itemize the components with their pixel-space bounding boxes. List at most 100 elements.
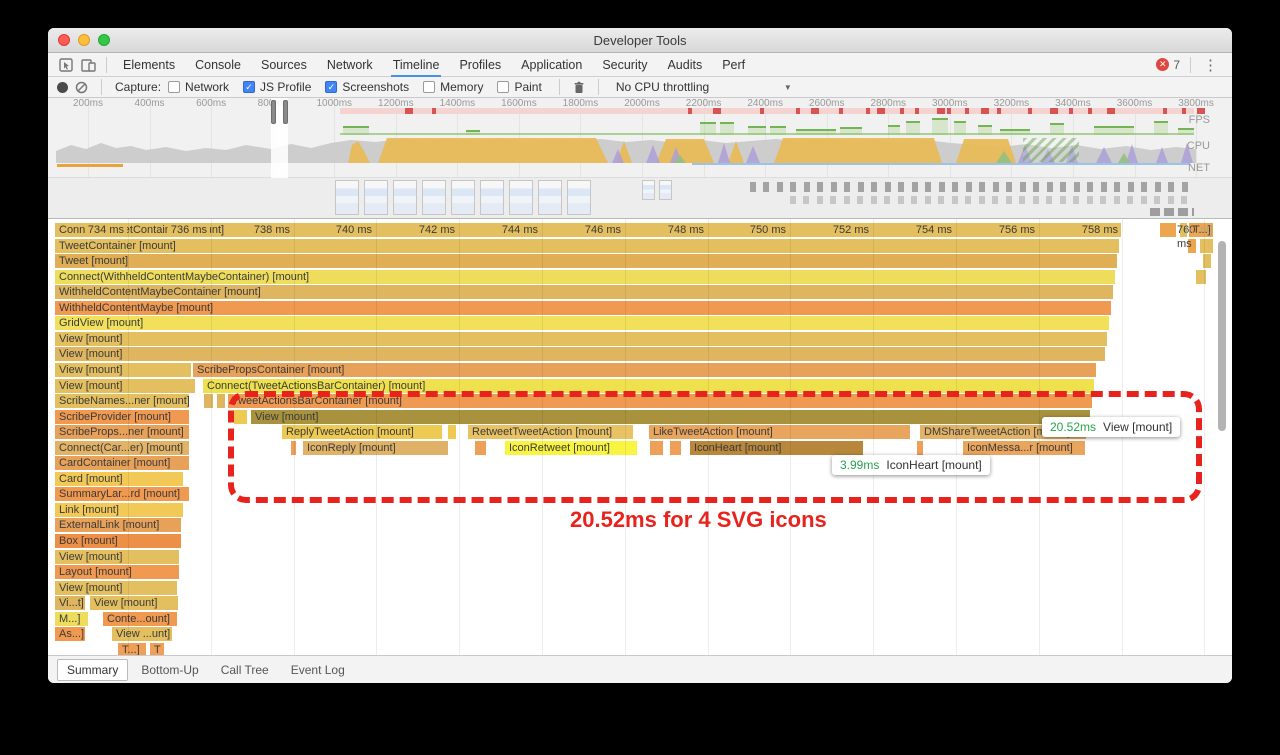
- flame-bar[interactable]: View [mount]: [55, 581, 177, 595]
- flame-gridline: [128, 219, 129, 655]
- flame-bar[interactable]: Conte...ount]: [103, 612, 177, 626]
- console-error-badge[interactable]: ✕ 7: [1156, 58, 1180, 72]
- flame-bar[interactable]: Link [mount]: [55, 503, 183, 517]
- flame-bar[interactable]: T: [150, 643, 164, 655]
- tab-network[interactable]: Network: [317, 53, 383, 77]
- flame-bar[interactable]: WithheldContentMaybe [mount]: [55, 301, 1111, 315]
- capture-checkbox-memory[interactable]: Memory: [423, 80, 483, 94]
- bottom-tab-call-tree[interactable]: Call Tree: [212, 660, 278, 680]
- flame-bar[interactable]: View [mount]: [55, 363, 191, 377]
- flame-bar[interactable]: As...]: [55, 627, 85, 641]
- bottom-tab-bottom-up[interactable]: Bottom-Up: [132, 660, 207, 680]
- screenshot-thumbnail[interactable]: [659, 180, 672, 200]
- tab-console[interactable]: Console: [185, 53, 251, 77]
- capture-checkbox-network[interactable]: Network: [168, 80, 229, 94]
- tab-elements[interactable]: Elements: [113, 53, 185, 77]
- overview-ruler-label: 400ms: [135, 98, 165, 109]
- flame-bar[interactable]: Vi...t]: [55, 596, 85, 610]
- flame-bar[interactable]: ExternalLink [mount]: [55, 518, 181, 532]
- flame-row: TweetContainer [mount]: [48, 239, 1232, 253]
- flame-row: Box [mount]: [48, 534, 1232, 548]
- screenshot-thumbnail[interactable]: [538, 180, 562, 215]
- flame-bar[interactable]: ScribePropsContainer [mount]: [193, 363, 1096, 377]
- flame-bar[interactable]: ScribeNames...ner [mount]: [55, 394, 189, 408]
- fps-bar: [888, 125, 900, 135]
- screenshot-thumbnail[interactable]: [567, 180, 591, 215]
- flame-bar[interactable]: ScribeProps...ner [mount]: [55, 425, 189, 439]
- flame-bar[interactable]: CardContainer [mount]: [55, 456, 189, 470]
- flame-bar[interactable]: Connect(Car...er) [mount]: [55, 441, 189, 455]
- long-task-mark: [947, 108, 951, 114]
- tab-perf[interactable]: Perf: [712, 53, 755, 77]
- close-button[interactable]: [58, 34, 70, 46]
- dropdown-arrow-icon: ▼: [784, 83, 792, 92]
- micro-thumbnails: [790, 196, 1194, 204]
- screenshot-thumbnail[interactable]: [422, 180, 446, 215]
- inspect-element-icon[interactable]: [56, 56, 76, 74]
- checkbox-label: Paint: [514, 80, 541, 94]
- vertical-scrollbar-thumb[interactable]: [1218, 241, 1226, 431]
- flame-bar[interactable]: View [mount]: [55, 550, 179, 564]
- zoom-button[interactable]: [98, 34, 110, 46]
- long-task-mark: [811, 108, 819, 114]
- flame-bar[interactable]: M...]: [55, 612, 88, 626]
- tab-audits[interactable]: Audits: [657, 53, 712, 77]
- tab-security[interactable]: Security: [592, 53, 657, 77]
- screenshot-thumbnail[interactable]: [642, 180, 655, 200]
- tab-sources[interactable]: Sources: [251, 53, 317, 77]
- flame-bar[interactable]: WithheldContentMaybeContainer [mount]: [55, 285, 1113, 299]
- record-button[interactable]: [57, 82, 68, 93]
- flame-bar[interactable]: View [mount]: [55, 379, 195, 393]
- capture-checkbox-paint[interactable]: Paint: [497, 80, 541, 94]
- flame-bar-small[interactable]: [1200, 239, 1213, 253]
- bottom-tab-summary[interactable]: Summary: [57, 659, 128, 681]
- flame-bar-small[interactable]: [217, 394, 225, 408]
- flame-bar[interactable]: T...]: [118, 643, 146, 655]
- clear-icon[interactable]: [75, 81, 88, 94]
- tab-application[interactable]: Application: [511, 53, 592, 77]
- screenshot-thumbnail[interactable]: [480, 180, 504, 215]
- flame-bar[interactable]: TweetContainer [mount]: [55, 239, 1119, 253]
- flame-bar[interactable]: GridView [mount]: [55, 316, 1109, 330]
- minimize-button[interactable]: [78, 34, 90, 46]
- flame-ruler-label: 754 ms: [913, 223, 955, 237]
- flame-bar[interactable]: ScribeProvider [mount]: [55, 410, 189, 424]
- screenshot-thumbnail[interactable]: [451, 180, 475, 215]
- flame-bar[interactable]: SummaryLar...rd [mount]: [55, 487, 189, 501]
- screenshot-thumbnail[interactable]: [335, 180, 359, 215]
- overview-pane[interactable]: 200ms400ms600ms800ms1000ms1200ms1400ms16…: [48, 98, 1232, 219]
- tab-timeline[interactable]: Timeline: [383, 53, 450, 77]
- overview-row-label-net: NET: [1188, 162, 1210, 174]
- device-toolbar-icon[interactable]: [78, 56, 98, 74]
- flame-ruler-label: 736 ms: [168, 223, 210, 237]
- flame-bar[interactable]: Tweet [mount]: [55, 254, 1117, 268]
- flame-bar[interactable]: Card [mount]: [55, 472, 183, 486]
- kebab-menu-icon[interactable]: ⋮: [1197, 56, 1224, 74]
- flame-bar[interactable]: View ...unt]: [112, 627, 172, 641]
- checkbox-checked-icon: ✓: [325, 81, 337, 93]
- cpu-throttling-select[interactable]: No CPU throttling ▼: [616, 80, 792, 94]
- flame-row: View [mount]: [48, 581, 1232, 595]
- bottom-tab-event-log[interactable]: Event Log: [282, 660, 354, 680]
- flame-bar[interactable]: View [mount]: [55, 332, 1107, 346]
- trash-icon[interactable]: [573, 81, 585, 94]
- screenshot-thumbnail[interactable]: [364, 180, 388, 215]
- screenshot-thumbnail[interactable]: [509, 180, 533, 215]
- capture-checkbox-screenshots[interactable]: ✓Screenshots: [325, 80, 409, 94]
- flame-row: As...] View ...unt]: [48, 627, 1232, 641]
- flame-bar[interactable]: View [mount]: [90, 596, 178, 610]
- screenshot-thumbnail[interactable]: [393, 180, 417, 215]
- long-task-mark: [1050, 108, 1058, 114]
- flame-bar[interactable]: View [mount]: [55, 347, 1105, 361]
- long-task-mark: [1107, 108, 1115, 114]
- flame-bar[interactable]: Box [mount]: [55, 534, 181, 548]
- capture-checkbox-js-profile[interactable]: ✓JS Profile: [243, 80, 311, 94]
- tab-profiles[interactable]: Profiles: [449, 53, 511, 77]
- micro-thumbnails: [1150, 208, 1194, 216]
- selection-handle-right[interactable]: [283, 100, 288, 124]
- flame-chart[interactable]: 734 ms736 ms738 ms740 ms742 ms744 ms746 …: [48, 219, 1232, 655]
- error-count: 7: [1173, 58, 1180, 72]
- flame-gridline: [211, 219, 212, 655]
- flame-bar[interactable]: Layout [mount]: [55, 565, 179, 579]
- selection-handle-left[interactable]: [271, 100, 276, 124]
